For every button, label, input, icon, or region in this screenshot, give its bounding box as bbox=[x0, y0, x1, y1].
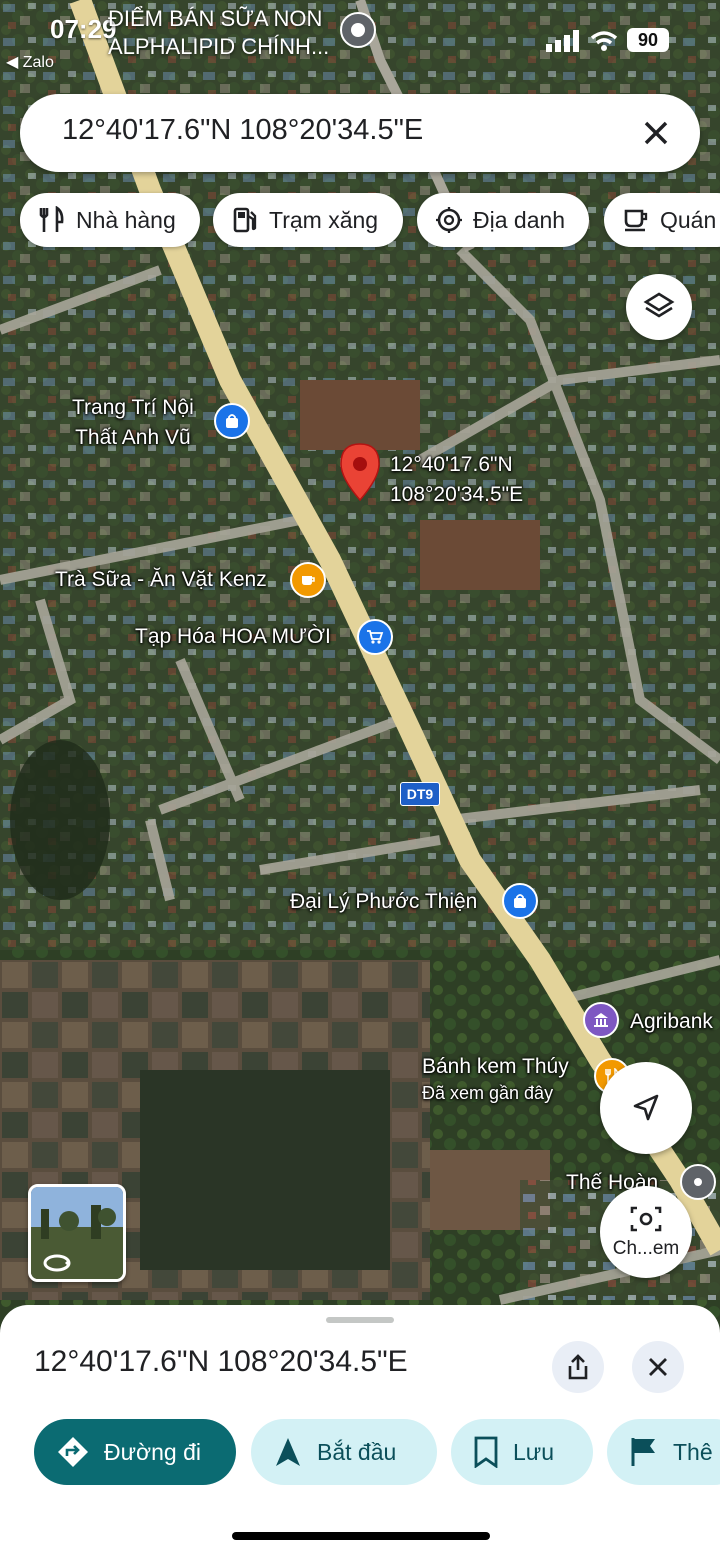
navigation-arrow-icon bbox=[633, 1094, 659, 1121]
bank-icon[interactable] bbox=[583, 1002, 619, 1038]
place-icon[interactable] bbox=[338, 10, 378, 50]
share-button[interactable] bbox=[552, 1341, 604, 1393]
directions-button[interactable]: Đường đi bbox=[34, 1419, 236, 1485]
close-icon bbox=[649, 1358, 667, 1376]
street-view-image bbox=[31, 1187, 123, 1279]
status-time: 07:29 bbox=[50, 14, 117, 44]
place-name-line1: Trang Trí Nội bbox=[72, 396, 194, 419]
restaurant-icon bbox=[39, 206, 64, 232]
status-bar: 07:29 ◀ Zalo ĐIỂM BÁN SỮA NON ALPHALIPID… bbox=[0, 0, 720, 90]
home-indicator bbox=[232, 1532, 490, 1540]
top-place-label[interactable]: ĐIỂM BÁN SỮA NON ALPHALIPID CHÍNH... bbox=[108, 5, 329, 61]
place-name-line2: Thất Anh Vũ bbox=[75, 426, 191, 449]
bookmark-icon bbox=[474, 1436, 498, 1468]
landmark-icon bbox=[436, 207, 462, 233]
wifi-icon bbox=[590, 31, 618, 51]
layers-button[interactable] bbox=[626, 274, 692, 340]
place-label-kenz[interactable]: Trà Sữa - Ăn Vặt Kenz bbox=[55, 565, 267, 595]
road-shield-dt9: DT9 bbox=[400, 782, 440, 806]
action-label: Lưu bbox=[513, 1438, 554, 1465]
chip-gas-stations[interactable]: Trạm xăng bbox=[213, 193, 403, 247]
action-label: Thê bbox=[673, 1438, 713, 1465]
place-label-agribank[interactable]: Agribank bbox=[630, 1007, 713, 1037]
action-label: Bắt đầu bbox=[317, 1438, 397, 1465]
lens-button[interactable]: Ch...em bbox=[600, 1186, 692, 1278]
pin-latitude: 12°40'17.6"N bbox=[390, 453, 513, 476]
layers-icon bbox=[643, 292, 675, 318]
sheet-drag-handle[interactable] bbox=[326, 1317, 394, 1323]
pin-longitude: 108°20'34.5"E bbox=[390, 483, 524, 506]
recently-viewed-note: Đã xem gần đây bbox=[422, 1083, 554, 1103]
chip-restaurants[interactable]: Nhà hàng bbox=[20, 193, 200, 247]
top-place-line2: ALPHALIPID CHÍNH... bbox=[108, 34, 330, 59]
chip-label: Địa danh bbox=[473, 206, 566, 233]
cafe-icon bbox=[624, 209, 648, 232]
shopping-cart-icon[interactable] bbox=[357, 619, 393, 655]
search-query[interactable]: 12°40'17.6"N 108°20'34.5"E bbox=[62, 114, 423, 147]
street-view-thumbnail[interactable] bbox=[28, 1184, 126, 1282]
chip-label: Nhà hàng bbox=[76, 206, 176, 233]
shopping-bag-icon[interactable] bbox=[214, 403, 250, 439]
navigation-arrow-icon bbox=[276, 1438, 300, 1466]
battery-indicator: 90 bbox=[627, 28, 669, 52]
flag-icon bbox=[631, 1438, 655, 1466]
label-button[interactable]: Thê bbox=[607, 1419, 720, 1485]
chip-landmarks[interactable]: Địa danh bbox=[417, 193, 589, 247]
place-label-banh-kem-thuy[interactable]: Bánh kem Thúy Đã xem gần đây bbox=[422, 1052, 569, 1104]
place-label-hoa-muoi[interactable]: Tạp Hóa HOA MƯỜI bbox=[135, 622, 331, 652]
place-bottom-sheet: 12°40'17.6"N 108°20'34.5"E Đường đi Bắt … bbox=[0, 1305, 720, 1557]
pin-coordinates-label: 12°40'17.6"N 108°20'34.5"E bbox=[390, 450, 523, 510]
save-button[interactable]: Lưu bbox=[451, 1419, 593, 1485]
dropped-pin-marker[interactable] bbox=[338, 442, 382, 504]
category-chips: Nhà hàng Trạm xăng Địa danh Quán bbox=[20, 193, 720, 249]
lens-label: Ch...em bbox=[612, 1238, 680, 1259]
coffee-cup-icon[interactable] bbox=[290, 562, 326, 598]
share-icon bbox=[568, 1354, 588, 1380]
close-icon[interactable] bbox=[636, 113, 676, 153]
search-box[interactable]: 12°40'17.6"N 108°20'34.5"E bbox=[20, 94, 700, 172]
shopping-bag-icon[interactable] bbox=[502, 883, 538, 919]
place-name: Bánh kem Thúy bbox=[422, 1055, 569, 1078]
directions-icon bbox=[58, 1437, 88, 1467]
close-sheet-button[interactable] bbox=[632, 1341, 684, 1393]
my-location-button[interactable] bbox=[600, 1062, 692, 1154]
cellular-signal-icon bbox=[546, 30, 579, 52]
gas-station-icon bbox=[233, 207, 257, 233]
sheet-title: 12°40'17.6"N 108°20'34.5"E bbox=[34, 1345, 408, 1378]
chip-label: Quán bbox=[660, 206, 717, 233]
place-label-phuoc-thien[interactable]: Đại Lý Phước Thiện bbox=[290, 887, 477, 917]
start-button[interactable]: Bắt đầu bbox=[251, 1419, 437, 1485]
back-to-app-link[interactable]: ◀ Zalo bbox=[6, 52, 54, 72]
action-label: Đường đi bbox=[104, 1438, 201, 1465]
top-place-line1: ĐIỂM BÁN SỮA NON bbox=[108, 6, 323, 31]
place-label-anh-vu[interactable]: Trang Trí Nội Thất Anh Vũ bbox=[72, 393, 194, 453]
chip-cafes[interactable]: Quán bbox=[604, 193, 720, 247]
camera-lens-icon bbox=[630, 1206, 662, 1232]
chip-label: Trạm xăng bbox=[269, 206, 379, 233]
place-icon[interactable] bbox=[680, 1164, 716, 1200]
